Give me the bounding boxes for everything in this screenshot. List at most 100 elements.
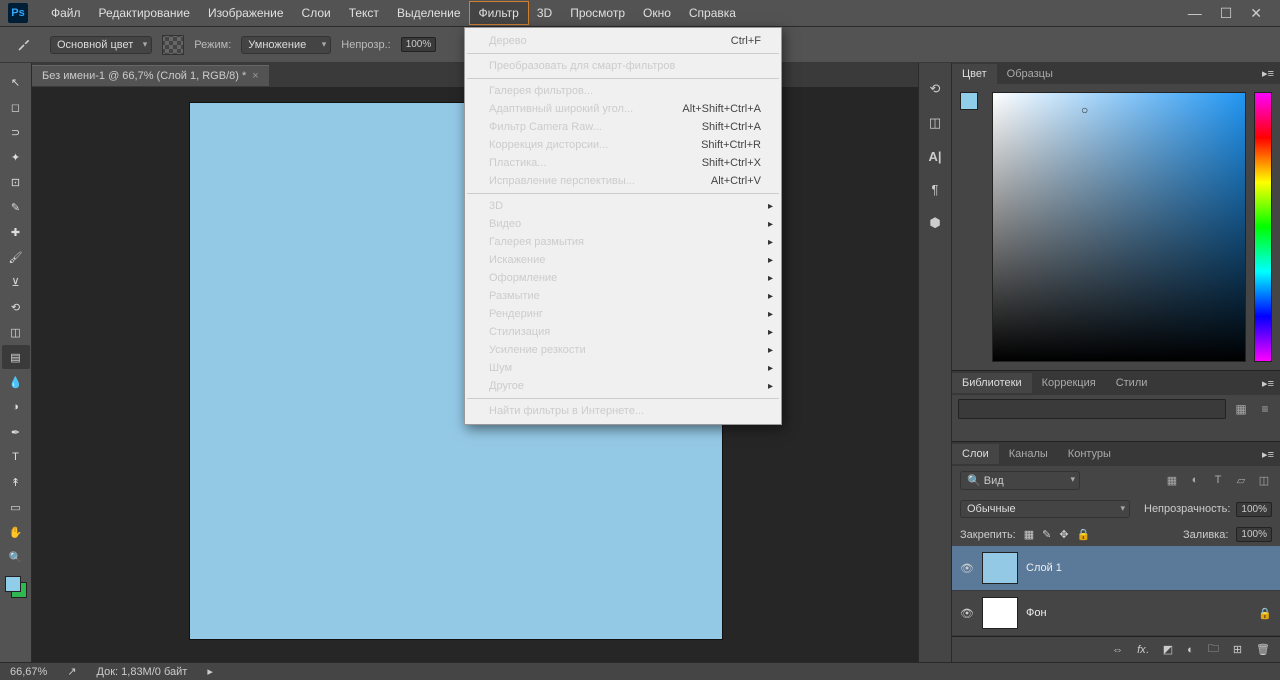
layer-thumbnail[interactable] [982,597,1018,629]
character-panel-icon[interactable]: A| [928,149,941,164]
lock-icon[interactable]: 🔒 [1258,607,1272,620]
menu-просмотр[interactable]: Просмотр [561,2,634,24]
menu-выделение[interactable]: Выделение [388,2,470,24]
menu-файл[interactable]: Файл [42,2,90,24]
filter-menu-item[interactable]: Видео [465,215,781,233]
lasso-tool[interactable]: ⊃ [2,120,30,144]
wand-tool[interactable]: ✦ [2,145,30,169]
tab-styles[interactable]: Стили [1106,373,1158,393]
eyedropper-tool[interactable]: ✎ [2,195,30,219]
filter-menu-item[interactable]: Найти фильтры в Интернете... [465,402,781,420]
menu-окно[interactable]: Окно [634,2,680,24]
tab-close-icon[interactable]: × [252,70,258,82]
layer-mask-icon[interactable]: ◩ [1163,643,1173,656]
filter-menu-item[interactable]: Рендеринг [465,305,781,323]
dodge-tool[interactable]: ◑ [2,395,30,419]
filter-menu-item[interactable]: Усиление резкости [465,341,781,359]
type-tool[interactable]: T [2,445,30,469]
properties-panel-icon[interactable]: ◫ [929,115,941,131]
filter-pixel-icon[interactable]: ▦ [1164,474,1180,487]
eraser-tool[interactable]: ◫ [2,320,30,344]
tab-paths[interactable]: Контуры [1058,444,1121,464]
layer-row[interactable]: 👁Фон🔒 [952,591,1280,636]
path-tool[interactable]: ↟ [2,470,30,494]
filter-menu-item[interactable]: Пластика...Shift+Ctrl+X [465,154,781,172]
delete-layer-icon[interactable]: 🗑 [1256,643,1270,656]
visibility-icon[interactable]: 👁 [960,607,974,620]
layer-fx-icon[interactable]: fx. [1137,644,1149,656]
close-button[interactable]: ✕ [1250,5,1262,22]
pattern-icon[interactable] [162,35,184,55]
filter-type-icon[interactable]: T [1210,474,1226,487]
share-icon[interactable]: ↗ [67,665,76,678]
tab-swatches[interactable]: Образцы [997,64,1063,84]
history-tool[interactable]: ⟲ [2,295,30,319]
minimize-button[interactable]: — [1188,5,1202,22]
filter-menu-item[interactable]: Фильтр Camera Raw...Shift+Ctrl+A [465,118,781,136]
menu-слои[interactable]: Слои [293,2,340,24]
link-layers-icon[interactable]: ⇔ [1112,644,1123,656]
panel-menu-icon[interactable]: ▸≡ [1262,448,1274,461]
gradient-tool[interactable]: ▤ [2,345,30,369]
layer-filter-dropdown[interactable]: 🔍 Вид [960,471,1080,490]
panel-menu-icon[interactable]: ▸≡ [1262,67,1274,80]
tool-preset-icon[interactable] [8,31,40,59]
color-picker[interactable] [992,92,1246,362]
color-mini-swatch[interactable] [960,92,984,116]
filter-menu-item[interactable]: Другое [465,377,781,395]
filter-adjust-icon[interactable]: ◐ [1187,474,1203,487]
menu-справка[interactable]: Справка [680,2,745,24]
hand-tool[interactable]: ✋ [2,520,30,544]
tab-color[interactable]: Цвет [952,64,997,84]
heal-tool[interactable]: ✚ [2,220,30,244]
menu-изображение[interactable]: Изображение [199,2,293,24]
filter-menu-item[interactable]: 3D [465,197,781,215]
blur-tool[interactable]: 💧 [2,370,30,394]
opacity-value[interactable]: 100% [401,37,437,52]
layer-blend-dropdown[interactable]: Обычные [960,500,1130,518]
foreground-color-dropdown[interactable]: Основной цвет [50,36,152,54]
filter-menu-item[interactable]: Преобразовать для смарт-фильтров [465,57,781,75]
stamp-tool[interactable]: ⊻ [2,270,30,294]
new-fill-icon[interactable]: ◐ [1187,644,1194,656]
filter-menu-item[interactable]: Искажение [465,251,781,269]
lock-transparency-icon[interactable]: ▦ [1024,528,1034,541]
document-tab[interactable]: Без имени-1 @ 66,7% (Слой 1, RGB/8) * × [32,65,269,86]
layer-row[interactable]: 👁Слой 1 [952,546,1280,591]
filter-smart-icon[interactable]: ◫ [1256,474,1272,487]
crop-tool[interactable]: ⊡ [2,170,30,194]
blend-mode-dropdown[interactable]: Умножение [241,36,331,54]
menu-фильтр[interactable]: Фильтр [470,2,528,24]
filter-menu-item[interactable]: Стилизация [465,323,781,341]
layer-opacity-value[interactable]: 100% [1236,502,1272,517]
filter-menu-item[interactable]: Исправление перспективы...Alt+Ctrl+V [465,172,781,190]
tab-libraries[interactable]: Библиотеки [952,373,1032,393]
lock-move-icon[interactable]: ✥ [1059,528,1068,541]
zoom-value[interactable]: 66,67% [10,666,47,678]
marquee-tool[interactable]: ◻ [2,95,30,119]
filter-shape-icon[interactable]: ▱ [1233,474,1249,487]
list-view-icon[interactable]: ≡ [1256,400,1274,418]
filter-menu-item[interactable]: Галерея фильтров... [465,82,781,100]
lock-brush-icon[interactable]: ✎ [1042,528,1051,541]
3d-panel-icon[interactable]: ⬢ [929,215,940,231]
rect-tool[interactable]: ▭ [2,495,30,519]
filter-menu-item[interactable]: Оформление [465,269,781,287]
library-dropdown[interactable] [958,399,1226,419]
maximize-button[interactable]: ☐ [1220,5,1233,22]
zoom-tool[interactable]: 🔍 [2,545,30,569]
filter-menu-item[interactable]: Адаптивный широкий угол...Alt+Shift+Ctrl… [465,100,781,118]
menu-текст[interactable]: Текст [340,2,388,24]
fill-value[interactable]: 100% [1236,527,1272,542]
new-group-icon[interactable]: 🗀 [1208,640,1219,659]
paragraph-panel-icon[interactable]: ¶ [932,182,939,197]
tab-channels[interactable]: Каналы [999,444,1058,464]
filter-menu-item[interactable]: Коррекция дисторсии...Shift+Ctrl+R [465,136,781,154]
filter-menu-item[interactable]: Галерея размытия [465,233,781,251]
filter-menu-item[interactable]: Размытие [465,287,781,305]
tab-adjustments[interactable]: Коррекция [1032,373,1106,393]
brush-tool[interactable]: 🖌 [2,245,30,269]
menu-3d[interactable]: 3D [528,2,561,24]
history-panel-icon[interactable]: ⟲ [930,81,941,97]
pen-tool[interactable]: ✒ [2,420,30,444]
